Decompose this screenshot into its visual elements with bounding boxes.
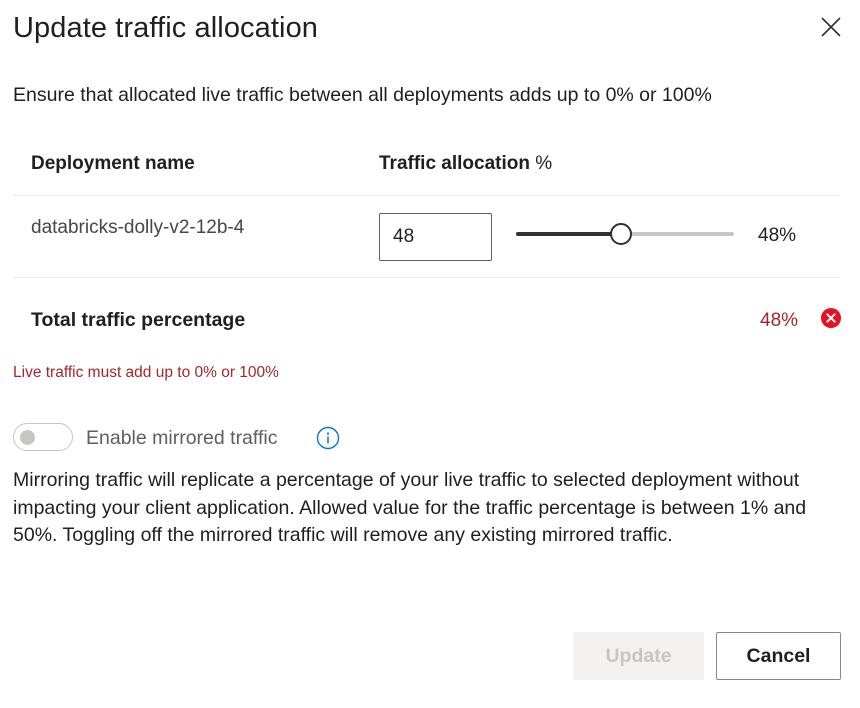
traffic-percent-label: 48% xyxy=(758,225,797,246)
mirrored-traffic-toggle-label: Enable mirrored traffic xyxy=(86,427,278,449)
validation-error-message: Live traffic must add up to 0% or 100% xyxy=(13,364,279,381)
deployment-name-cell: databricks-dolly-v2-12b-4 xyxy=(31,217,245,238)
column-header-traffic-allocation: Traffic allocation % xyxy=(379,153,552,175)
slider-thumb[interactable] xyxy=(610,223,632,245)
dialog-description: Ensure that allocated live traffic betwe… xyxy=(13,84,712,106)
update-button[interactable]: Update xyxy=(573,632,704,680)
close-icon[interactable] xyxy=(818,14,844,40)
traffic-allocation-input[interactable] xyxy=(379,213,492,261)
traffic-allocation-header-unit: % xyxy=(529,153,553,174)
row-divider xyxy=(13,277,840,278)
mirrored-traffic-description: Mirroring traffic will replicate a perce… xyxy=(13,469,807,546)
info-icon[interactable] xyxy=(316,426,340,450)
toggle-knob xyxy=(20,430,35,445)
traffic-allocation-slider[interactable] xyxy=(516,222,734,246)
slider-fill xyxy=(516,232,621,236)
cancel-button[interactable]: Cancel xyxy=(716,632,841,680)
traffic-allocation-header-text: Traffic allocation xyxy=(379,153,530,174)
header-divider xyxy=(13,195,840,196)
mirrored-traffic-toggle[interactable] xyxy=(13,423,73,451)
error-circle-icon xyxy=(821,308,841,328)
dialog-title: Update traffic allocation xyxy=(13,12,319,44)
total-traffic-value: 48% xyxy=(760,310,799,331)
total-traffic-label: Total traffic percentage xyxy=(31,309,246,331)
column-header-deployment-name: Deployment name xyxy=(31,153,195,174)
